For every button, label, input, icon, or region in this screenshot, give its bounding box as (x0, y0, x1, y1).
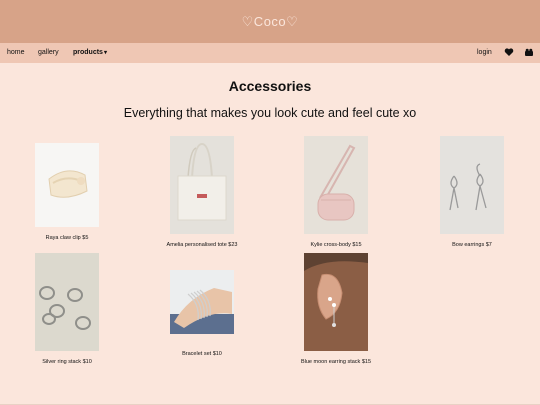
product-card[interactable]: Blue moon earring stack $15 (281, 253, 391, 365)
nav-products-dropdown[interactable]: products▾ (73, 49, 107, 56)
product-card[interactable]: Bow earrings $7 (417, 136, 527, 248)
page-title: Accessories (228, 78, 312, 94)
shopping-bag-icon[interactable] (524, 47, 534, 57)
bow-earrings-image[interactable] (440, 136, 504, 234)
crossbody-bag-image[interactable] (304, 136, 368, 234)
product-caption[interactable]: Bracelet set $10 (147, 351, 257, 357)
product-card[interactable]: Kylie cross-body $15 (281, 136, 391, 248)
product-card[interactable]: Silver ring stack $10 (12, 253, 122, 365)
claw-clip-image[interactable] (35, 143, 99, 227)
page-subtitle: Everything that makes you look cute and … (123, 106, 417, 120)
product-caption[interactable]: Raya claw clip $5 (12, 235, 122, 241)
nav-products-label: products (73, 49, 103, 56)
chevron-down-icon: ▾ (103, 50, 107, 56)
nav-home-link[interactable]: home (7, 49, 25, 56)
login-link[interactable]: login (477, 49, 492, 56)
product-card[interactable]: Bracelet set $10 (147, 253, 257, 357)
earring-stack-image[interactable] (304, 253, 368, 351)
heart-icon[interactable] (504, 47, 514, 57)
product-caption[interactable]: Amelia personalised tote $23 (147, 242, 257, 248)
product-card[interactable]: Amelia personalised tote $23 (147, 136, 257, 248)
brand-logo[interactable]: ♡Coco♡ (242, 14, 299, 30)
bracelet-set-image[interactable] (170, 270, 234, 334)
product-caption[interactable]: Kylie cross-body $15 (281, 242, 391, 248)
product-caption[interactable]: Blue moon earring stack $15 (281, 359, 391, 365)
site-header: ♡Coco♡ (0, 0, 540, 43)
product-card[interactable]: Raya claw clip $5 (12, 136, 122, 241)
product-caption[interactable]: Silver ring stack $10 (12, 359, 122, 365)
nav-gallery-link[interactable]: gallery (38, 49, 59, 56)
tote-bag-image[interactable] (170, 136, 234, 234)
product-caption[interactable]: Bow earrings $7 (417, 242, 527, 248)
nav-bar: home gallery products▾ login (0, 43, 540, 63)
ring-stack-image[interactable] (35, 253, 99, 351)
